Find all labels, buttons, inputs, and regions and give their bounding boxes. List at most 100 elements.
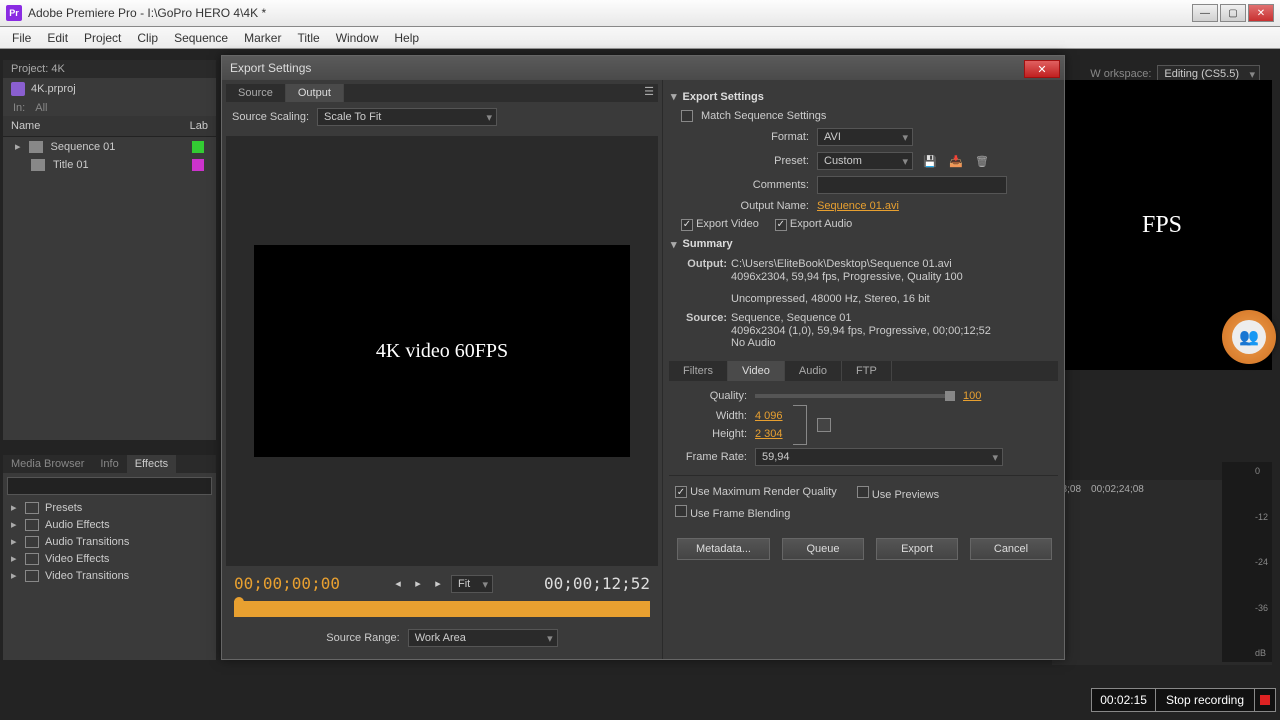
metadata-button[interactable]: Metadata...: [677, 538, 770, 560]
folder-audio-effects[interactable]: ▸Audio Effects: [3, 516, 216, 533]
tab-ftp[interactable]: FTP: [842, 361, 892, 381]
export-video-checkbox[interactable]: [681, 219, 693, 231]
match-sequence-label: Match Sequence Settings: [701, 110, 826, 122]
menu-sequence[interactable]: Sequence: [166, 29, 236, 47]
menu-clip[interactable]: Clip: [129, 29, 166, 47]
import-preset-icon[interactable]: 📥: [947, 154, 965, 168]
max-render-checkbox[interactable]: [675, 486, 687, 498]
tab-source[interactable]: Source: [226, 84, 286, 102]
prev-frame-button[interactable]: ◂: [391, 577, 405, 591]
camera-icon[interactable]: 👥: [1222, 310, 1276, 364]
record-icon[interactable]: [1255, 689, 1275, 711]
menu-window[interactable]: Window: [328, 29, 387, 47]
playback-controls: ◂ ▸ ▸ Fit: [391, 575, 493, 593]
audio-meters: 0 -12 -24 -36 dB: [1222, 462, 1272, 662]
frame-blending-label: Use Frame Blending: [690, 508, 790, 520]
tab-video[interactable]: Video: [728, 361, 785, 381]
preview-text: 4K video 60FPS: [376, 340, 508, 363]
summary-source-name: Sequence, Sequence 01: [731, 312, 1058, 324]
panel-menu-icon[interactable]: ☰: [640, 84, 658, 98]
format-dropdown[interactable]: AVI: [817, 128, 913, 146]
settings-pane: ▾ Export Settings Match Sequence Setting…: [662, 80, 1064, 659]
scaling-dropdown[interactable]: Scale To Fit: [317, 108, 497, 126]
menu-title[interactable]: Title: [289, 29, 327, 47]
summary-output-label: Output:: [681, 258, 727, 270]
aspect-lock-toggle[interactable]: [817, 418, 831, 432]
menu-edit[interactable]: Edit: [39, 29, 76, 47]
program-preview-text: FPS: [1142, 212, 1182, 239]
match-sequence-checkbox[interactable]: [681, 110, 693, 122]
timecode-row: 00;00;00;00 ◂ ▸ ▸ Fit 00;00;12;52: [226, 570, 658, 597]
stop-recording-button[interactable]: Stop recording: [1156, 689, 1255, 711]
folder-video-transitions[interactable]: ▸Video Transitions: [3, 567, 216, 584]
project-tab[interactable]: Project: 4K: [3, 60, 216, 78]
folder-video-effects[interactable]: ▸Video Effects: [3, 550, 216, 567]
folder-icon: [25, 553, 39, 565]
tab-output[interactable]: Output: [286, 84, 344, 102]
project-item-sequence[interactable]: ▸ Sequence 01: [3, 137, 216, 156]
output-name-link[interactable]: Sequence 01.avi: [817, 200, 899, 212]
source-range-dropdown[interactable]: Work Area: [408, 629, 558, 647]
tab-filters[interactable]: Filters: [669, 361, 728, 381]
use-previews-label: Use Previews: [872, 489, 939, 501]
summary-source-details: 4096x2304 (1,0), 59,94 fps, Progressive,…: [681, 325, 1058, 337]
export-video-label: Export Video: [696, 218, 759, 230]
maximize-button[interactable]: ▢: [1220, 4, 1246, 22]
dialog-close-button[interactable]: ✕: [1024, 60, 1060, 78]
comments-input[interactable]: [817, 176, 1007, 194]
tab-effects[interactable]: Effects: [127, 455, 176, 473]
range-bar[interactable]: [234, 601, 650, 617]
height-value[interactable]: 2 304: [755, 428, 783, 440]
collapse-icon: ▾: [671, 238, 677, 251]
dialog-title: Export Settings: [222, 56, 1064, 80]
export-audio-label: Export Audio: [790, 218, 852, 230]
project-item-title[interactable]: Title 01: [3, 156, 216, 174]
width-value[interactable]: 4 096: [755, 410, 783, 422]
framerate-dropdown[interactable]: 59,94: [755, 448, 1003, 466]
col-label[interactable]: Lab: [190, 120, 208, 132]
export-audio-checkbox[interactable]: [775, 219, 787, 231]
item-name: Sequence 01: [51, 141, 184, 153]
folder-icon: [25, 519, 39, 531]
menu-file[interactable]: File: [4, 29, 39, 47]
timecode-in[interactable]: 00;00;00;00: [234, 574, 340, 593]
item-name: Title 01: [53, 159, 184, 171]
quality-slider[interactable]: [755, 394, 955, 398]
use-previews-checkbox[interactable]: [857, 486, 869, 498]
effects-search[interactable]: [7, 477, 212, 495]
play-button[interactable]: ▸: [411, 577, 425, 591]
export-settings-head[interactable]: ▾ Export Settings: [669, 86, 1058, 107]
render-options: Use Maximum Render Quality Use Previews …: [669, 475, 1058, 530]
cancel-button[interactable]: Cancel: [970, 538, 1052, 560]
queue-button[interactable]: Queue: [782, 538, 864, 560]
scaling-label: Source Scaling:: [232, 111, 309, 123]
preset-dropdown[interactable]: Custom: [817, 152, 913, 170]
label-chip: [192, 159, 204, 171]
tab-media-browser[interactable]: Media Browser: [3, 455, 92, 473]
close-button[interactable]: ✕: [1248, 4, 1274, 22]
format-label: Format:: [669, 131, 809, 143]
tab-info[interactable]: Info: [92, 455, 126, 473]
tab-audio[interactable]: Audio: [785, 361, 842, 381]
save-preset-icon[interactable]: 💾: [921, 154, 939, 168]
frame-blending-checkbox[interactable]: [675, 505, 687, 517]
menu-project[interactable]: Project: [76, 29, 129, 47]
in-label: In:: [13, 102, 25, 114]
range-marker[interactable]: [234, 597, 244, 607]
preview-area: 4K video 60FPS: [226, 136, 658, 566]
export-button[interactable]: Export: [876, 538, 958, 560]
next-frame-button[interactable]: ▸: [431, 577, 445, 591]
titlebar: Pr Adobe Premiere Pro - I:\GoPro HERO 4\…: [0, 0, 1280, 27]
menu-marker[interactable]: Marker: [236, 29, 289, 47]
minimize-button[interactable]: —: [1192, 4, 1218, 22]
folder-presets[interactable]: ▸Presets: [3, 499, 216, 516]
folder-audio-transitions[interactable]: ▸Audio Transitions: [3, 533, 216, 550]
video-settings: Quality: 100 Width:4 096 Height:2 304 Fr…: [669, 381, 1058, 475]
menu-help[interactable]: Help: [386, 29, 427, 47]
col-name[interactable]: Name: [11, 120, 190, 132]
summary-head[interactable]: ▾ Summary: [669, 234, 1058, 255]
zoom-dropdown[interactable]: Fit: [451, 575, 493, 593]
quality-value[interactable]: 100: [963, 390, 981, 402]
delete-preset-icon[interactable]: 🗑: [973, 154, 991, 168]
summary-output-details: 4096x2304, 59,94 fps, Progressive, Quali…: [681, 271, 1058, 283]
